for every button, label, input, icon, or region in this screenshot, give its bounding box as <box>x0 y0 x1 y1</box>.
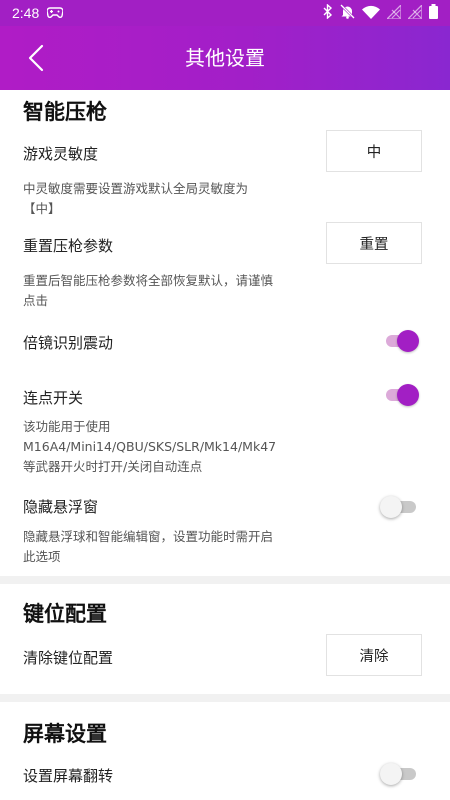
mute-icon <box>340 4 355 22</box>
app-bar: 其他设置 <box>0 26 450 90</box>
section-title-smart-recoil: 智能压枪 <box>23 100 107 124</box>
hide-float-label: 隐藏悬浮窗 <box>23 498 99 516</box>
section-divider <box>0 576 450 584</box>
sensitivity-select[interactable]: 中 <box>326 130 422 172</box>
hide-float-toggle[interactable] <box>380 496 420 518</box>
hide-float-description: 隐藏悬浮球和智能编辑窗，设置功能时需开启此选项 <box>23 529 274 564</box>
sensitivity-label: 游戏灵敏度 <box>23 145 99 163</box>
battery-icon <box>429 4 438 22</box>
signal-off-icon <box>385 2 402 22</box>
screen-flip-toggle[interactable] <box>380 763 420 785</box>
page-title: 其他设置 <box>185 46 265 70</box>
reset-recoil-label: 重置压枪参数 <box>23 237 114 255</box>
toggle-knob <box>397 330 419 352</box>
status-bar: 2:48 <box>0 0 450 26</box>
sensitivity-description: 中灵敏度需要设置游戏默认全局灵敏度为【中】 <box>23 181 249 216</box>
toggle-knob <box>397 384 419 406</box>
bluetooth-icon <box>323 3 333 22</box>
scope-vibration-label: 倍镜识别震动 <box>23 334 114 352</box>
wifi-icon <box>362 5 380 22</box>
section-title-key-config: 键位配置 <box>23 602 107 626</box>
reset-button[interactable]: 重置 <box>326 222 422 264</box>
toggle-knob <box>380 496 402 518</box>
burst-switch-toggle[interactable] <box>384 384 420 406</box>
clear-key-config-label: 清除键位配置 <box>23 649 114 667</box>
screen-flip-label: 设置屏幕翻转 <box>23 767 114 785</box>
gamepad-icon <box>46 5 64 21</box>
section-title-screen: 屏幕设置 <box>23 722 107 746</box>
signal-off-icon <box>406 2 423 22</box>
burst-switch-description: 该功能用于使用M16A4/Mini14/QBU/SKS/SLR/Mk14/Mk4… <box>23 419 277 474</box>
clear-button[interactable]: 清除 <box>326 634 422 676</box>
section-divider <box>0 694 450 702</box>
burst-switch-label: 连点开关 <box>23 389 84 407</box>
toggle-knob <box>380 763 402 785</box>
scope-vibration-toggle[interactable] <box>384 330 420 352</box>
reset-description: 重置后智能压枪参数将全部恢复默认，请谨慎点击 <box>23 273 274 308</box>
status-time: 2:48 <box>12 5 40 21</box>
